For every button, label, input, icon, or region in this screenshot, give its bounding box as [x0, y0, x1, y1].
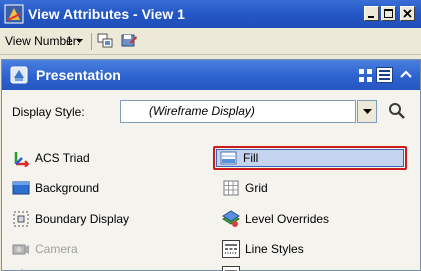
presentation-header[interactable]: Presentation	[2, 60, 420, 90]
save-view-icon[interactable]	[120, 32, 138, 50]
item-label: Line Styles	[245, 242, 304, 256]
display-style-value: (Wireframe Display)	[149, 104, 255, 118]
view-number-value[interactable]: 1	[66, 34, 73, 48]
maximize-icon	[384, 9, 393, 18]
chevron-down-icon[interactable]	[75, 37, 84, 45]
presentation-icon	[10, 66, 28, 84]
background-icon	[12, 181, 30, 195]
grid-icon	[223, 180, 239, 196]
acs-triad-icon	[14, 152, 30, 167]
list-view-button[interactable]	[376, 67, 393, 83]
close-button[interactable]	[400, 6, 415, 21]
item-label: Grid	[245, 181, 268, 195]
maximize-button[interactable]	[381, 6, 396, 21]
item-label: Level Overrides	[245, 212, 330, 226]
item-label: Fill	[243, 151, 259, 165]
view-group-icon[interactable]	[96, 32, 114, 50]
presentation-panel: Presentation Display Style: (Wireframe D…	[1, 59, 421, 271]
list-icon	[222, 266, 240, 271]
camera-icon	[12, 244, 29, 255]
close-icon	[403, 9, 412, 18]
window-title: View Attributes - View 1	[28, 6, 185, 22]
search-icon[interactable]	[387, 101, 407, 121]
level-overrides-icon	[222, 210, 240, 227]
boundary-display-icon	[13, 211, 29, 227]
minimize-icon	[368, 16, 374, 18]
title-bar[interactable]: View Attributes - View 1	[0, 0, 421, 28]
item-label: ACS Triad	[35, 151, 90, 165]
minimize-button[interactable]	[364, 6, 379, 21]
list-view-icon	[379, 70, 390, 80]
panel-title: Presentation	[36, 67, 121, 83]
grid-view-icon[interactable]	[359, 69, 372, 82]
collapse-icon[interactable]	[399, 68, 413, 81]
view-number-toolbar: View Number: 1	[0, 28, 421, 55]
display-style-label: Display Style:	[12, 105, 85, 119]
item-label: Boundary Display	[35, 212, 130, 226]
line-styles-icon	[222, 240, 240, 258]
item-label: Background	[35, 181, 100, 195]
view-attributes-window: View Attributes - View 1 View Number: 1	[0, 0, 421, 271]
chevron-down-icon	[363, 109, 372, 114]
app-icon	[4, 4, 24, 24]
fill-icon	[220, 151, 237, 165]
item-label: Camera	[35, 242, 78, 256]
folder-icon	[19, 269, 25, 271]
display-style-select[interactable]: (Wireframe Display)	[120, 100, 356, 123]
display-style-dropdown-button[interactable]	[357, 100, 377, 123]
toolbar-separator	[91, 33, 92, 50]
